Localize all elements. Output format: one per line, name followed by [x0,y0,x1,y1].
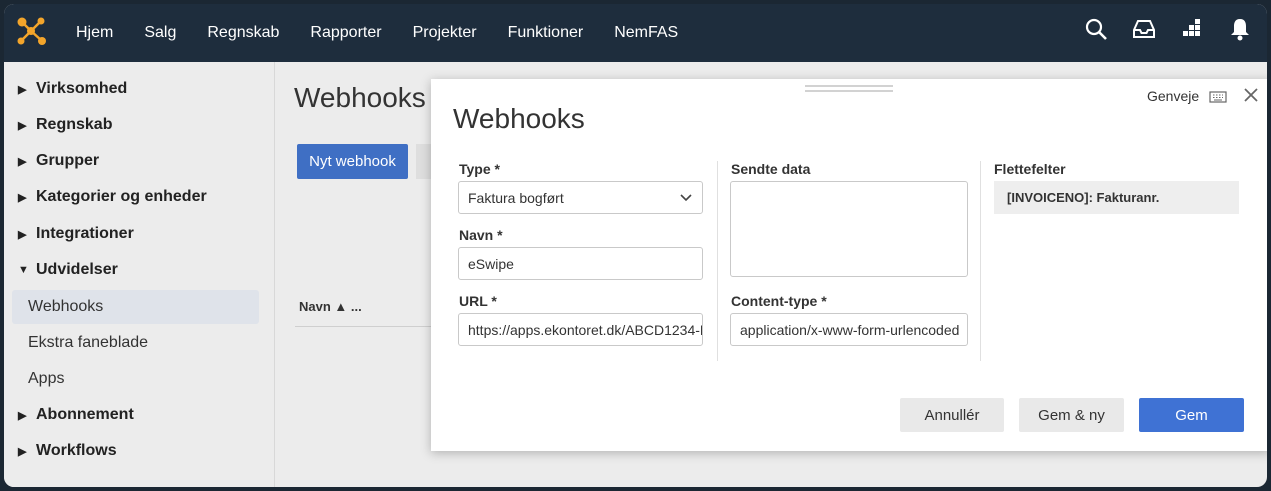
bell-icon[interactable] [1227,16,1253,42]
nav-item-funktioner[interactable]: Funktioner [508,24,584,42]
sidebar-item-kategorier[interactable]: ▶ Kategorier og enheder [4,180,274,214]
close-icon[interactable] [1241,85,1261,105]
main-nav: Hjem Salg Regnskab Rapporter Projekter F… [76,4,709,62]
shortcuts-link[interactable]: Genveje [1147,88,1199,104]
sidebar-item-grupper[interactable]: ▶ Grupper [4,144,274,178]
column-header-navn[interactable]: Navn ▲ ... [299,299,362,314]
content-type-input[interactable]: application/x-www-form-urlencoded [730,313,968,346]
modal-drag-handle[interactable] [805,85,893,92]
sidebar-item-ekstra-faneblade[interactable]: Ekstra faneblade [4,326,274,360]
sidebar-item-udvidelser[interactable]: ▼ Udvidelser [4,253,274,287]
nav-item-hjem[interactable]: Hjem [76,24,113,42]
page-title: Webhooks [294,82,426,113]
caret-right-icon: ▶ [18,155,27,168]
save-and-new-button[interactable]: Gem & ny [1019,398,1124,432]
caret-right-icon: ▶ [18,119,27,132]
nav-item-nemfas[interactable]: NemFAS [614,24,678,42]
type-select[interactable]: Faktura bogført [458,181,703,214]
type-select-value: Faktura bogført [468,189,564,206]
sidebar-item-integrationer[interactable]: ▶ Integrationer [4,217,274,251]
merge-field-item[interactable]: [INVOICENO]: Fakturanr. [994,181,1239,214]
apps-grid-icon[interactable] [1179,16,1205,42]
sidebar-item-virksomhed[interactable]: ▶ Virksomhed [4,72,274,106]
column-divider [717,161,718,361]
table-header-divider [295,326,435,327]
merge-fields-label: Flettefelter [994,161,1066,177]
sidebar-item-workflows[interactable]: ▶ Workflows [4,434,274,468]
caret-right-icon: ▶ [18,83,27,96]
save-button[interactable]: Gem [1139,398,1244,432]
keyboard-icon[interactable] [1209,90,1227,104]
content-type-label: Content-type * [731,293,827,309]
nav-item-projekter[interactable]: Projekter [413,24,477,42]
caret-right-icon: ▶ [18,228,27,241]
sidebar: ▶ Virksomhed ▶ Regnskab ▶ Grupper ▶ Kategori… [4,62,275,487]
modal-title: Webhooks [453,103,585,134]
sidebar-item-apps[interactable]: Apps [4,362,274,396]
chevron-down-icon [680,194,692,202]
sidebar-item-regnskab[interactable]: ▶ Regnskab [4,108,274,142]
new-webhook-button[interactable]: Nyt webhook [297,144,408,179]
url-input[interactable]: https://apps.ekontoret.dk/ABCD1234-E [458,313,703,346]
name-input[interactable]: eSwipe [458,247,703,280]
type-label: Type * [459,161,500,177]
sidebar-item-abonnement[interactable]: ▶ Abonnement [4,398,274,432]
caret-right-icon: ▶ [18,191,27,204]
app-window: Hjem Salg Regnskab Rapporter Projekter F… [4,4,1267,487]
nav-item-rapporter[interactable]: Rapporter [310,24,381,42]
cancel-button[interactable]: Annullér [900,398,1004,432]
name-label: Navn * [459,227,503,243]
webhook-modal: Webhooks Genveje Type * Faktura bogført … [431,79,1267,451]
sent-data-textarea[interactable] [730,181,968,277]
url-label: URL * [459,293,497,309]
sent-data-label: Sendte data [731,161,811,177]
caret-right-icon: ▶ [18,409,27,422]
sidebar-item-webhooks[interactable]: Webhooks [12,290,259,324]
column-divider [980,161,981,361]
nav-item-regnskab[interactable]: Regnskab [207,24,279,42]
search-icon[interactable] [1083,16,1109,42]
caret-down-icon: ▼ [18,264,29,276]
app-logo-icon[interactable] [14,14,48,48]
nav-item-salg[interactable]: Salg [144,24,176,42]
caret-right-icon: ▶ [18,445,27,458]
top-navigation-bar: Hjem Salg Regnskab Rapporter Projekter F… [4,4,1267,62]
topbar-icons [1083,16,1253,42]
inbox-icon[interactable] [1131,16,1157,42]
